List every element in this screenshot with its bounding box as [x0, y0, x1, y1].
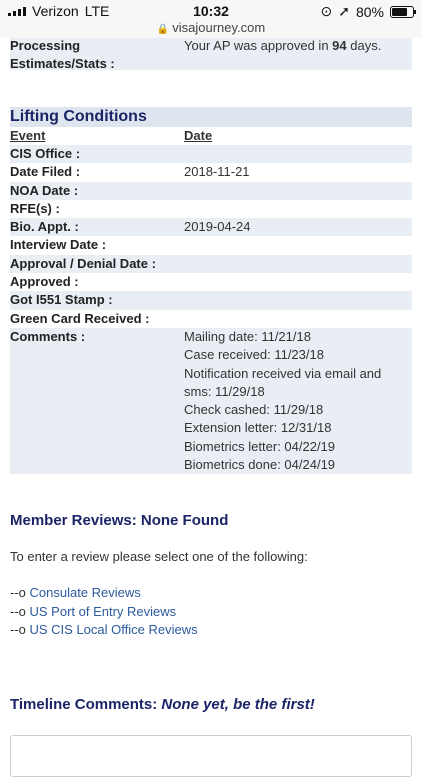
row-label: Green Card Received :	[10, 310, 150, 326]
row-label: Interview Date :	[10, 237, 107, 253]
review-prompt: To enter a review please select one of t…	[10, 549, 308, 564]
url-text: visajourney.com	[172, 20, 266, 35]
status-bar: Verizon LTE 10:32 ⊙ ➚ 80% 🔒 visajourney.c…	[0, 0, 422, 38]
header-date: Date	[184, 128, 213, 143]
table-row: Approved :	[10, 273, 412, 292]
row-value: 2018-11-21	[184, 164, 250, 180]
comment-line: Check cashed: 11/29/18	[184, 402, 324, 418]
review-links: --o Consulate Reviews --o US Port of Entr…	[10, 584, 412, 640]
lifting-conditions-title: Lifting Conditions	[10, 107, 412, 127]
status-right: ⊙ ➚ 80%	[320, 3, 416, 20]
timeline-comments-heading: Timeline Comments: None yet, be the firs…	[10, 696, 412, 713]
table-row: Date Filed : 2018-11-21	[10, 163, 412, 182]
comment-input[interactable]	[10, 735, 412, 777]
comment-line: Biometrics done: 04/24/19	[184, 457, 336, 473]
review-link[interactable]: US Port of Entry Reviews	[30, 604, 177, 619]
timeline-emphasis: None yet, be the first!	[161, 696, 315, 713]
processing-row: Processing Estimates/Stats : Your AP was…	[10, 38, 412, 70]
member-reviews-section: Member Reviews: None Found To enter a re…	[10, 512, 412, 640]
link-prefix: --o	[10, 622, 30, 637]
row-label: Bio. Appt. :	[10, 219, 79, 235]
row-label: CIS Office :	[10, 146, 81, 161]
table-row: NOA Date :	[10, 181, 412, 200]
comments-label: Comments :	[10, 328, 86, 344]
table-row: Interview Date :	[10, 236, 412, 255]
lifting-rows: CIS Office : Date Filed : 2018-11-21 NOA Da…	[10, 145, 412, 328]
comment-line: Case received: 11/23/18	[184, 347, 324, 363]
processing-value-suffix: days.	[346, 38, 382, 53]
lock-icon: 🔒	[156, 24, 170, 35]
member-reviews-title: Member Reviews: None Found	[10, 512, 229, 529]
comment-line: Notification received via email and	[184, 365, 382, 381]
battery-percent: 80%	[355, 3, 384, 20]
table-row: Green Card Received :	[10, 309, 412, 328]
table-row: Approval / Denial Date :	[10, 254, 412, 274]
row-label: Got I551 Stamp :	[10, 292, 113, 308]
comment-line: sms: 11/29/18	[184, 383, 265, 399]
row-value: 2019-04-24	[184, 219, 251, 235]
link-prefix: --o	[10, 585, 30, 600]
processing-value: Your AP was approved in 94 days.	[184, 38, 381, 55]
battery-icon	[390, 5, 416, 18]
processing-label: Processing Estimates/Stats :	[10, 38, 115, 70]
lifting-conditions-table: Lifting Conditions Event Date CIS Office…	[10, 107, 412, 474]
review-link-item: --o US Port of Entry Reviews	[10, 603, 412, 622]
review-link[interactable]: Consulate Reviews	[30, 585, 141, 600]
comments-row: Comments : Mailing date: 11/21/18 Case re…	[10, 327, 412, 474]
table-header: Event Date	[10, 127, 412, 145]
battery-fill	[392, 7, 408, 16]
comment-line: Biometrics letter: 04/22/19	[184, 438, 336, 454]
address-bar[interactable]: 🔒 visajourney.com	[0, 20, 422, 35]
review-link-item: --o US CIS Local Office Reviews	[10, 621, 412, 640]
row-label: RFE(s) :	[10, 200, 60, 216]
row-label: NOA Date :	[10, 182, 79, 198]
comment-line: Extension letter: 12/31/18	[184, 420, 332, 436]
timeline-label: Timeline Comments:	[10, 696, 162, 713]
processing-days: 94	[332, 38, 347, 53]
table-row: RFE(s) :	[10, 199, 412, 219]
comments-value: Mailing date: 11/21/18 Case received: 11/…	[184, 328, 404, 474]
comment-line: Mailing date: 11/21/18	[184, 328, 311, 344]
header-event: Event	[10, 128, 46, 143]
rotation-lock-icon: ⊙	[320, 3, 333, 19]
review-link-item: --o Consulate Reviews	[10, 584, 412, 603]
table-row: Got I551 Stamp :	[10, 291, 412, 310]
processing-value-prefix: Your AP was approved in	[184, 38, 333, 53]
link-prefix: --o	[10, 603, 30, 619]
location-arrow-icon: ➚	[338, 3, 350, 19]
table-row: CIS Office :	[10, 145, 412, 164]
table-row: Bio. Appt. : 2019-04-24	[10, 218, 412, 237]
row-label: Approved :	[10, 274, 79, 290]
row-label: Approval / Denial Date :	[10, 255, 156, 271]
row-label: Date Filed :	[10, 164, 81, 180]
review-link[interactable]: US CIS Local Office Reviews	[30, 622, 198, 637]
